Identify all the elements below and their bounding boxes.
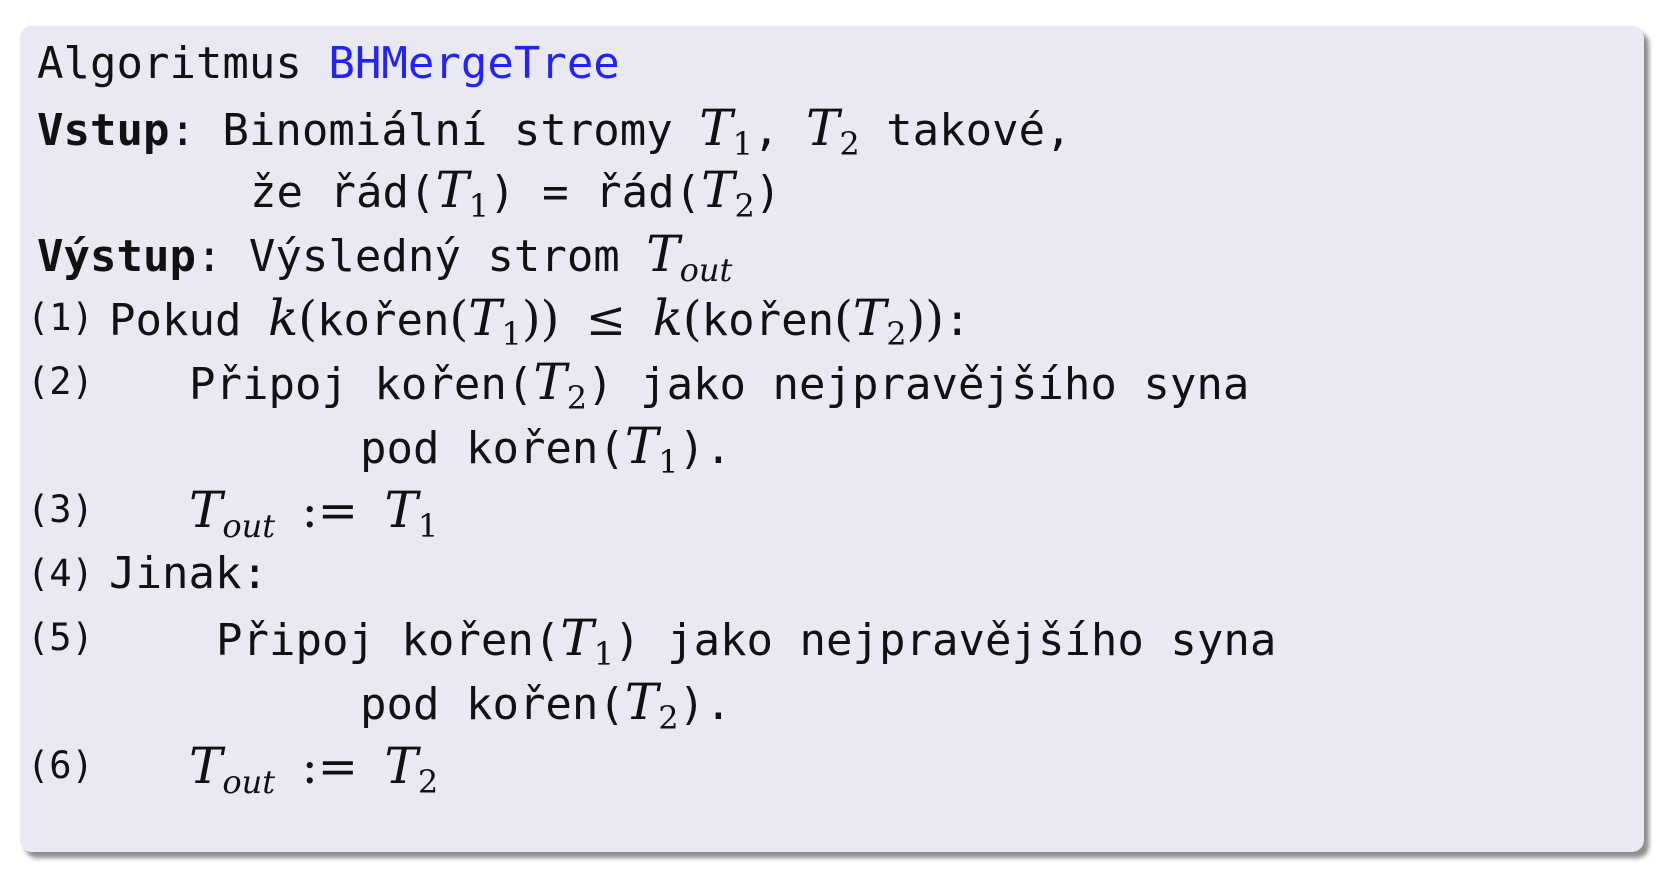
sym-k: k bbox=[267, 289, 299, 347]
step-5-cont-b: ). bbox=[678, 679, 732, 730]
sub-one: 1 bbox=[593, 635, 615, 673]
sym-T: T bbox=[189, 481, 223, 539]
step-number: (3) bbox=[27, 488, 94, 531]
step-2-continuation: pod kořen(T1). bbox=[360, 414, 732, 478]
step-5-continuation: pod kořen(T2). bbox=[360, 670, 732, 734]
leq-symbol: ≤ bbox=[585, 291, 627, 347]
sym-T: T bbox=[646, 225, 680, 283]
step-number: (2) bbox=[27, 360, 94, 403]
sym-T: T bbox=[435, 161, 469, 219]
sym-T: T bbox=[560, 609, 594, 667]
step-number: (5) bbox=[27, 616, 94, 659]
root-word: kořen bbox=[701, 295, 835, 346]
sym-T: T bbox=[624, 673, 659, 731]
step-5-text-a: Připoj kořen( bbox=[216, 615, 561, 666]
step-2-cont-b: ). bbox=[678, 423, 732, 474]
sub-two: 2 bbox=[734, 187, 755, 225]
input-cont-a: že řád( bbox=[250, 167, 436, 218]
sub-two: 2 bbox=[417, 763, 439, 801]
sym-T: T bbox=[189, 737, 223, 795]
sym-T: T bbox=[805, 99, 840, 157]
step-2-cont-a: pod kořen( bbox=[360, 423, 625, 474]
output-text: : Výsledný strom bbox=[195, 231, 647, 282]
sym-T: T bbox=[384, 481, 418, 539]
step-5-cont-a: pod kořen( bbox=[360, 679, 625, 730]
step-6: (6) Tout := T2 bbox=[27, 734, 727, 798]
colon: : bbox=[944, 295, 971, 346]
input-text-b: , bbox=[752, 105, 806, 156]
assign-symbol: := bbox=[301, 739, 358, 795]
step-5-text-b: ) jako nejpravějšího syna bbox=[614, 615, 1277, 666]
step-6-content: Tout := T2 bbox=[189, 734, 438, 801]
assign-symbol: := bbox=[301, 483, 358, 539]
sub-out: out bbox=[222, 763, 276, 801]
sub-out: out bbox=[222, 507, 276, 545]
step-number: (1) bbox=[27, 296, 94, 339]
input-cont-b: ) = řád( bbox=[489, 167, 702, 218]
sub-two: 2 bbox=[886, 315, 907, 353]
algorithm-name: BHMergeTree bbox=[328, 38, 620, 89]
input-continuation-line: že řád(T1) = řád(T2) bbox=[250, 158, 781, 222]
output-line: Výstup: Výsledný strom Tout bbox=[37, 222, 732, 286]
step-1: (1) Pokud k(kořen(T1)) ≤ k(kořen(T2)): bbox=[27, 286, 1027, 350]
sym-T: T bbox=[701, 161, 735, 219]
lparen: ( bbox=[449, 291, 469, 347]
rparen: ) bbox=[906, 291, 926, 347]
step-number: (4) bbox=[27, 552, 94, 595]
input-label: Vstup bbox=[37, 105, 170, 156]
sym-T: T bbox=[533, 353, 567, 411]
input-cont-c: ) bbox=[754, 167, 782, 218]
input-line: Vstup: Binomiální stromy T1, T2 takové, bbox=[37, 96, 1072, 160]
step-4: (4) Jinak: bbox=[27, 542, 727, 606]
sym-k: k bbox=[652, 289, 683, 347]
sub-two: 2 bbox=[839, 125, 860, 163]
step-number: (6) bbox=[27, 744, 94, 787]
step-3: (3) Tout := T1 bbox=[27, 478, 727, 542]
output-label: Výstup bbox=[37, 231, 196, 282]
sub-two: 2 bbox=[658, 699, 679, 737]
sym-T: T bbox=[468, 289, 502, 347]
root-word: kořen bbox=[317, 295, 450, 346]
step-1-content: Pokud k(kořen(T1)) ≤ k(kořen(T2)): bbox=[109, 286, 971, 353]
step-4-text: Jinak: bbox=[109, 548, 268, 599]
sub-one: 1 bbox=[417, 507, 439, 545]
sym-T: T bbox=[852, 289, 887, 347]
sym-T: T bbox=[624, 417, 659, 475]
sub-one: 1 bbox=[501, 315, 522, 353]
algorithm-title-line: Algoritmus BHMergeTree bbox=[37, 32, 620, 96]
sub-two: 2 bbox=[566, 379, 588, 417]
step-2-text-b: ) jako nejpravějšího syna bbox=[587, 359, 1250, 410]
sym-T: T bbox=[699, 99, 733, 157]
step-2-content: Připoj kořen(T2) jako nejpravějšího syna bbox=[189, 350, 1249, 417]
sub-one: 1 bbox=[658, 443, 679, 481]
sub-one: 1 bbox=[468, 187, 490, 225]
step-2: (2) Připoj kořen(T2) jako nejpravějšího … bbox=[27, 350, 1427, 414]
rparen: ) bbox=[540, 291, 560, 347]
step-3-content: Tout := T1 bbox=[189, 478, 438, 545]
step-5-content: Připoj kořen(T1) jako nejpravějšího syna bbox=[216, 606, 1276, 673]
step-1-keyword: Pokud bbox=[109, 295, 242, 346]
input-text-a: : Binomiální stromy bbox=[169, 105, 700, 156]
rparen: ) bbox=[521, 291, 541, 347]
step-5: (5) Připoj kořen(T1) jako nejpravějšího … bbox=[27, 606, 1427, 670]
lparen: ( bbox=[682, 291, 702, 347]
lparen: ( bbox=[298, 291, 317, 347]
rparen: ) bbox=[925, 291, 945, 347]
sub-out: out bbox=[679, 251, 733, 289]
input-text-c: takové, bbox=[859, 105, 1072, 156]
step-2-text-a: Připoj kořen( bbox=[189, 359, 534, 410]
lparen: ( bbox=[834, 291, 853, 347]
algorithm-label: Algoritmus bbox=[37, 38, 302, 89]
sym-T: T bbox=[384, 737, 418, 795]
